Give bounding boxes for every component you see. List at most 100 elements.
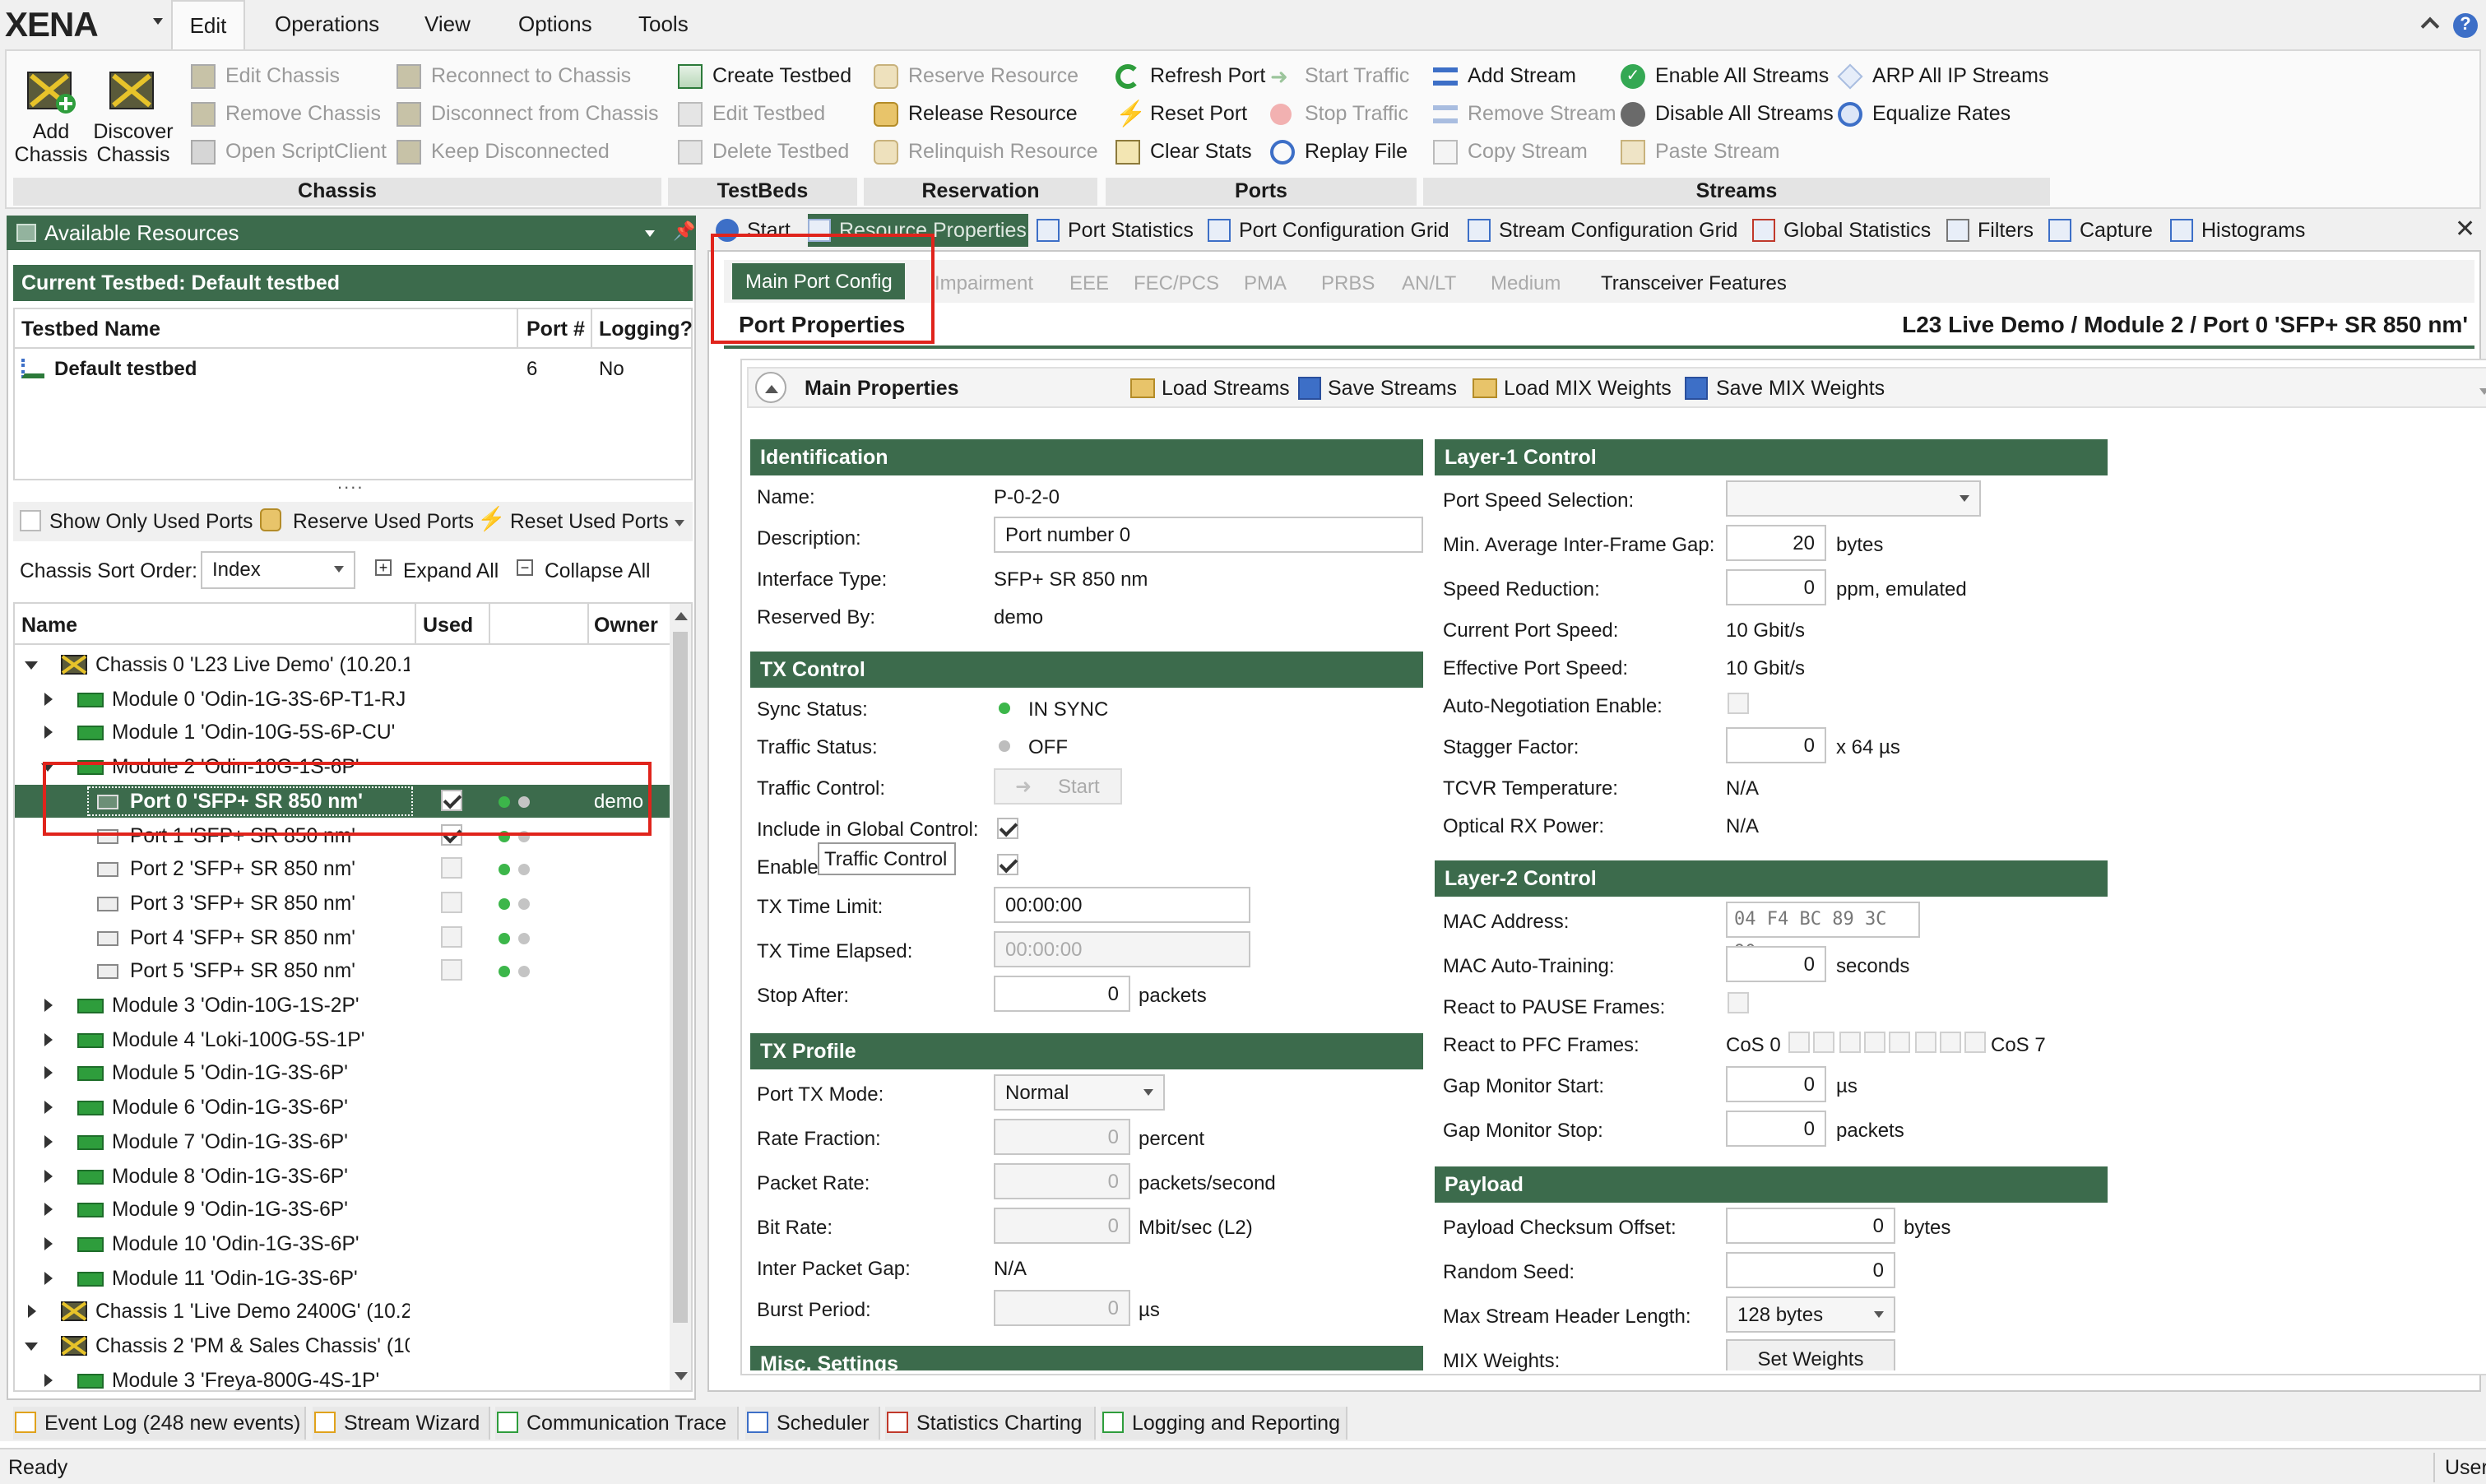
tx-time-limit-input[interactable]: 00:00:00 <box>994 887 1250 923</box>
menu-operations[interactable]: Operations <box>275 0 379 49</box>
max-stream-header-length-select[interactable]: 128 bytes <box>1726 1296 1895 1333</box>
pfc-cos-checkbox[interactable] <box>1839 1032 1861 1053</box>
description-input[interactable]: Port number 0 <box>994 517 1423 553</box>
tree-port-row[interactable]: Port 2 'SFP+ SR 850 nm' <box>15 852 670 885</box>
used-checkbox[interactable] <box>441 925 462 948</box>
scroll-up-icon[interactable] <box>675 612 688 620</box>
chevron-down-icon[interactable] <box>25 1343 38 1351</box>
subtab-transceiver-features[interactable]: Transceiver Features <box>1601 265 1787 301</box>
auto-negotiation-checkbox[interactable] <box>1728 693 1749 714</box>
include-global-control-checkbox[interactable] <box>997 818 1018 839</box>
react-pause-checkbox[interactable] <box>1728 992 1749 1013</box>
pfc-cos-checkbox[interactable] <box>1964 1032 1987 1053</box>
bottom-tab-event-log-248-new-events[interactable]: Event Log (248 new events) <box>13 1407 306 1440</box>
tree-module-row[interactable]: Module 10 'Odin-1G-3S-6P' <box>15 1227 670 1260</box>
tree-module-row[interactable]: Module 3 'Odin-10G-1S-2P' <box>15 989 670 1022</box>
tree-port-row[interactable]: Port 4 'SFP+ SR 850 nm' <box>15 921 670 953</box>
tree-module-row[interactable]: Module 9 'Odin-1G-3S-6P' <box>15 1193 670 1226</box>
tree-port-row[interactable]: Port 3 'SFP+ SR 850 nm' <box>15 887 670 920</box>
bottom-tab-statistics-charting[interactable]: Statistics Charting <box>885 1407 1096 1440</box>
mac-address-input[interactable]: 04 F4 BC 89 3C 90 <box>1726 902 1920 962</box>
tree-module-row[interactable]: Module 5 'Odin-1G-3S-6P' <box>15 1057 670 1090</box>
pfc-cos-checkbox[interactable] <box>1788 1032 1810 1053</box>
set-weights-button[interactable]: Set Weights <box>1726 1339 1895 1370</box>
chevron-right-icon[interactable] <box>44 999 53 1012</box>
tree-module-row[interactable]: Module 8 'Odin-1G-3S-6P' <box>15 1159 670 1192</box>
port-speed-selection-select[interactable] <box>1726 480 1981 517</box>
menu-edit[interactable]: Edit <box>171 0 245 49</box>
pfc-cos-checkbox[interactable] <box>1914 1032 1936 1053</box>
load-mix-weights-button[interactable]: Load MIX Weights <box>1504 375 1672 401</box>
tree-port-row[interactable]: Port 5 'SFP+ SR 850 nm' <box>15 955 670 988</box>
chevron-right-icon[interactable] <box>44 692 53 706</box>
tree-module-row[interactable]: Module 0 'Odin-1G-3S-6P-T1-RJ <box>15 682 670 715</box>
expand-all-button[interactable]: Expand All <box>403 558 499 584</box>
pfc-cos-checkbox[interactable] <box>1813 1032 1835 1053</box>
col-testbed-name[interactable]: Testbed Name <box>21 316 160 342</box>
collapse-all-button[interactable]: Collapse All <box>545 558 651 584</box>
subtab-prbs[interactable]: PRBS <box>1321 265 1375 301</box>
chevron-right-icon[interactable] <box>28 1305 36 1319</box>
scroll-down-icon[interactable] <box>675 1372 688 1380</box>
mac-auto-training-input[interactable]: 0 <box>1726 946 1826 982</box>
scroll-thumb[interactable] <box>673 632 688 1323</box>
subtab-impairment[interactable]: Impairment <box>935 265 1033 301</box>
speed-reduction-input[interactable]: 0 <box>1726 569 1826 605</box>
tree-chassis-row[interactable]: Chassis 2 'PM & Sales Chassis' (10. <box>15 1329 670 1362</box>
tree-chassis-row[interactable]: Chassis 0 'L23 Live Demo' (10.20.1. <box>15 648 670 681</box>
chevron-right-icon[interactable] <box>44 1101 53 1115</box>
tree-scrollbar[interactable] <box>670 604 691 1390</box>
chevron-right-icon[interactable] <box>44 1236 53 1250</box>
save-streams-button[interactable]: Save Streams <box>1328 375 1457 401</box>
chevron-right-icon[interactable] <box>44 1203 53 1217</box>
gap-monitor-stop-input[interactable]: 0 <box>1726 1111 1826 1147</box>
tree-module-row[interactable]: Module 4 'Loki-100G-5S-1P' <box>15 1023 670 1055</box>
pin-icon[interactable]: 📌 <box>673 220 695 242</box>
bottom-tab-communication-trace[interactable]: Communication Trace <box>495 1407 739 1440</box>
col-port-number[interactable]: Port # <box>526 316 585 342</box>
show-only-used-checkbox[interactable] <box>20 510 41 531</box>
add-chassis-button[interactable]: Add Chassis <box>13 66 89 166</box>
stop-after-input[interactable]: 0 <box>994 976 1130 1012</box>
reset-used-ports-button[interactable]: Reset Used Ports <box>510 508 669 535</box>
bottom-tab-scheduler[interactable]: Scheduler <box>745 1407 880 1440</box>
subtab-eee[interactable]: EEE <box>1069 265 1109 301</box>
chevron-right-icon[interactable] <box>44 726 53 740</box>
panel-menu-icon[interactable] <box>645 230 655 237</box>
pfc-cos-checkbox[interactable] <box>1939 1032 1961 1053</box>
subtab-fec-pcs[interactable]: FEC/PCS <box>1134 265 1219 301</box>
pfc-cos-checkbox[interactable] <box>1863 1032 1885 1053</box>
random-seed-input[interactable]: 0 <box>1726 1252 1895 1288</box>
gap-monitor-start-input[interactable]: 0 <box>1726 1066 1826 1102</box>
bottom-tab-stream-wizard[interactable]: Stream Wizard <box>313 1407 490 1440</box>
tree-module-row[interactable]: Module 3 'Freya-800G-4S-1P' <box>15 1363 670 1390</box>
chevron-right-icon[interactable] <box>44 1373 53 1387</box>
reserve-used-ports-button[interactable]: Reserve Used Ports <box>293 508 474 535</box>
traffic-start-button[interactable]: ➜ Start <box>994 768 1122 805</box>
tree-module-row[interactable]: Module 6 'Odin-1G-3S-6P' <box>15 1091 670 1124</box>
collapse-ribbon-icon[interactable] <box>2420 16 2440 36</box>
tree-col-used[interactable]: Used <box>423 612 473 638</box>
payload-checksum-offset-input[interactable]: 0 <box>1726 1208 1895 1244</box>
subtab-medium[interactable]: Medium <box>1491 265 1561 301</box>
menu-tools[interactable]: Tools <box>638 0 689 49</box>
load-streams-button[interactable]: Load Streams <box>1162 375 1290 401</box>
min-ifg-input[interactable]: 20 <box>1726 525 1826 561</box>
used-checkbox[interactable] <box>441 959 462 981</box>
col-logging[interactable]: Logging? <box>599 316 693 342</box>
help-icon[interactable]: ? <box>2453 13 2478 38</box>
tree-col-name[interactable]: Name <box>21 612 77 638</box>
discover-chassis-button[interactable]: Discover Chassis <box>92 66 174 166</box>
toolbar-overflow-icon[interactable] <box>675 520 684 526</box>
used-checkbox[interactable] <box>441 857 462 879</box>
chevron-right-icon[interactable] <box>44 1134 53 1148</box>
chevron-right-icon[interactable] <box>44 1271 53 1285</box>
chassis-sort-select[interactable]: Index <box>201 551 355 589</box>
splitter-handle[interactable]: .... <box>337 471 364 497</box>
chevron-down-icon[interactable] <box>25 661 38 670</box>
chevron-right-icon[interactable] <box>44 1032 53 1046</box>
chevron-right-icon[interactable] <box>44 1066 53 1080</box>
stagger-factor-input[interactable]: 0 <box>1726 727 1826 763</box>
tree-module-row[interactable]: Module 7 'Odin-1G-3S-6P' <box>15 1125 670 1158</box>
toolbar-overflow-icon[interactable] <box>2479 388 2486 395</box>
